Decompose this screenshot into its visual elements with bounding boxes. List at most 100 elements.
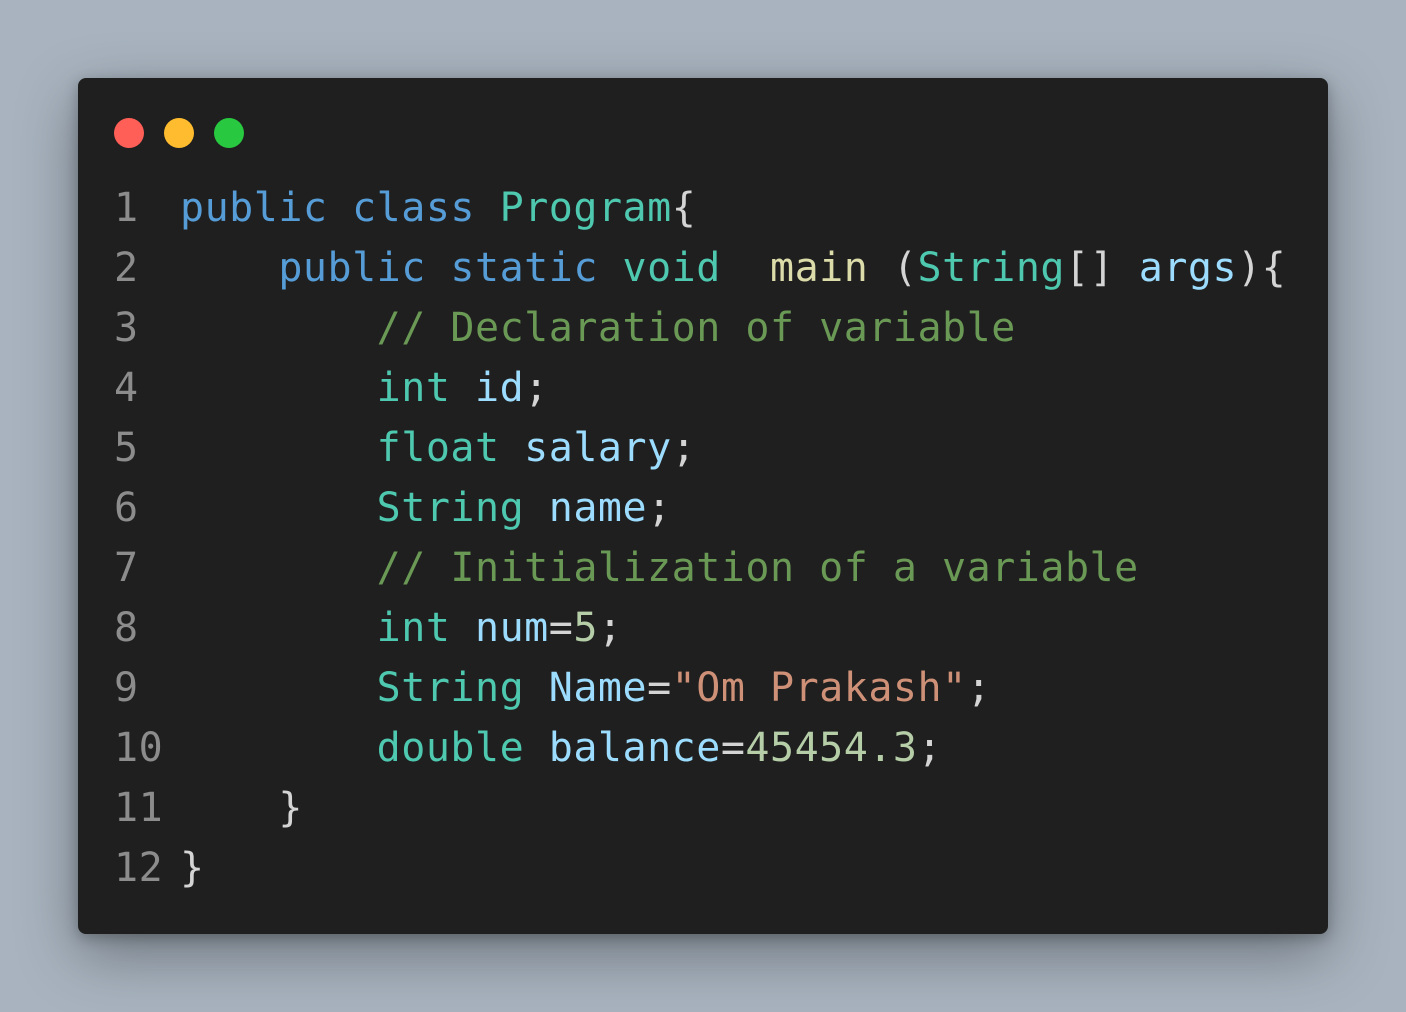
code-token: main bbox=[770, 245, 869, 291]
code-text: float salary; bbox=[180, 418, 696, 478]
code-line: 11 } bbox=[114, 778, 1314, 838]
code-line: 3 // Declaration of variable bbox=[114, 298, 1314, 358]
code-token: num bbox=[475, 605, 549, 651]
code-line: 6 String name; bbox=[114, 478, 1314, 538]
code-text: int id; bbox=[180, 358, 549, 418]
code-token: static bbox=[450, 245, 598, 291]
line-number: 11 bbox=[114, 785, 164, 831]
code-text: String name; bbox=[180, 478, 672, 538]
code-line: 8 int num=5; bbox=[114, 598, 1314, 658]
code-token: 45454.3 bbox=[745, 725, 918, 771]
code-token: double bbox=[376, 725, 525, 771]
code-token: ; bbox=[524, 365, 549, 411]
code-text: // Declaration of variable bbox=[180, 298, 1016, 358]
code-token: // Initialization of a variable bbox=[376, 545, 1139, 591]
close-button[interactable] bbox=[114, 118, 144, 148]
code-text: int num=5; bbox=[180, 598, 623, 658]
line-number: 6 bbox=[114, 485, 139, 531]
code-token: [] bbox=[1065, 245, 1139, 291]
code-token: int bbox=[376, 365, 451, 411]
code-token: args bbox=[1138, 245, 1238, 291]
code-token: id bbox=[475, 365, 525, 411]
code-token: ; bbox=[647, 485, 672, 531]
code-token: = bbox=[647, 665, 672, 711]
code-token: salary bbox=[524, 425, 672, 471]
code-line: 7 // Initialization of a variable bbox=[114, 538, 1314, 598]
code-token: void bbox=[622, 245, 721, 291]
maximize-button[interactable] bbox=[214, 118, 244, 148]
code-text: double balance=45454.3; bbox=[180, 718, 942, 778]
code-token: ){ bbox=[1237, 245, 1287, 291]
code-token: } bbox=[180, 845, 205, 891]
code-token: String bbox=[917, 245, 1066, 291]
code-text: // Initialization of a variable bbox=[180, 538, 1139, 598]
code-window: 1 public class Program{2 public static vo… bbox=[78, 78, 1328, 934]
code-token: } bbox=[278, 785, 303, 831]
code-token: ; bbox=[917, 725, 943, 771]
code-line: 5 float salary; bbox=[114, 418, 1314, 478]
code-token: = bbox=[548, 605, 574, 651]
code-text: public class Program{ bbox=[180, 178, 696, 238]
code-line: 12} bbox=[114, 838, 1314, 898]
line-number: 9 bbox=[114, 665, 139, 711]
code-line: 2 public static void main (String[] args… bbox=[114, 238, 1314, 298]
code-token: ; bbox=[597, 605, 623, 651]
code-editor: 1 public class Program{2 public static vo… bbox=[114, 178, 1314, 898]
code-token: { bbox=[671, 185, 697, 231]
line-number: 2 bbox=[114, 245, 139, 291]
line-number: 3 bbox=[114, 305, 139, 351]
code-token: = bbox=[720, 725, 746, 771]
code-token: // Declaration of variable bbox=[376, 305, 1016, 351]
minimize-button[interactable] bbox=[164, 118, 194, 148]
code-token: class bbox=[352, 185, 476, 231]
code-token: public bbox=[180, 185, 328, 231]
code-token: String bbox=[376, 665, 525, 711]
line-number: 8 bbox=[114, 605, 139, 651]
code-token: "Om Prakash" bbox=[671, 665, 967, 711]
code-token: float bbox=[376, 425, 500, 471]
code-token: 5 bbox=[573, 605, 598, 651]
code-text: } bbox=[180, 778, 303, 838]
code-line: 4 int id; bbox=[114, 358, 1314, 418]
code-token: ; bbox=[966, 665, 992, 711]
code-token: public bbox=[278, 245, 426, 291]
code-token: name bbox=[548, 485, 648, 531]
code-token: Program bbox=[499, 185, 672, 231]
code-token: int bbox=[376, 605, 451, 651]
code-token: ( bbox=[868, 245, 918, 291]
line-number: 10 bbox=[114, 725, 164, 771]
line-number: 1 bbox=[114, 185, 139, 231]
line-number: 4 bbox=[114, 365, 139, 411]
code-line: 1 public class Program{ bbox=[114, 178, 1314, 238]
code-text: public static void main (String[] args){ bbox=[180, 238, 1286, 298]
code-text: String Name="Om Prakash"; bbox=[180, 658, 991, 718]
line-number: 7 bbox=[114, 545, 139, 591]
code-line: 10 double balance=45454.3; bbox=[114, 718, 1314, 778]
code-text: } bbox=[180, 838, 205, 898]
code-token: String bbox=[376, 485, 525, 531]
code-token: balance bbox=[548, 725, 721, 771]
code-line: 9 String Name="Om Prakash"; bbox=[114, 658, 1314, 718]
code-token: ; bbox=[671, 425, 697, 471]
code-token: Name bbox=[548, 665, 648, 711]
